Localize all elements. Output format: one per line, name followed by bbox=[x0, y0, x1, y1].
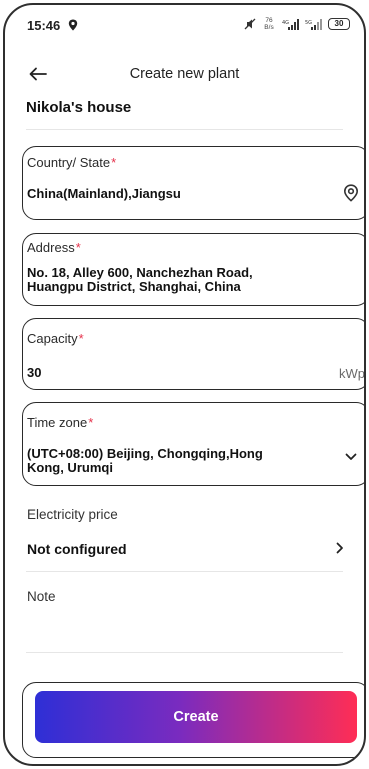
phone-frame: 15:46 76 B/s 4G 5G 30 Create new plant N… bbox=[3, 3, 366, 766]
signal-5g-icon: 5G bbox=[305, 18, 322, 30]
time-zone-line-2: Kong, Urumqi bbox=[27, 460, 113, 475]
page-title: Create new plant bbox=[129, 66, 240, 82]
chevron-right-icon bbox=[336, 542, 343, 554]
address-label: Address* bbox=[27, 240, 81, 255]
capacity-label: Capacity* bbox=[27, 331, 84, 346]
electricity-price-row[interactable]: Electricity price Not configured bbox=[5, 500, 364, 568]
capacity-value: 30 bbox=[27, 365, 42, 380]
battery-icon: 30 bbox=[328, 18, 350, 30]
capacity-unit: kWp bbox=[339, 366, 365, 381]
capacity-field[interactable]: Capacity* 30 kWp bbox=[22, 318, 365, 390]
divider bbox=[26, 652, 343, 653]
location-icon bbox=[68, 19, 78, 31]
status-time: 15:46 bbox=[27, 18, 61, 33]
status-icons: 76 B/s 4G 5G 30 bbox=[244, 17, 350, 31]
chevron-down-icon[interactable] bbox=[345, 453, 357, 461]
network-speed: 76 B/s bbox=[264, 17, 274, 31]
create-button-container: Create bbox=[22, 682, 364, 758]
electricity-price-value: Not configured bbox=[27, 541, 127, 557]
note-input[interactable] bbox=[26, 611, 343, 651]
electricity-price-label: Electricity price bbox=[27, 507, 118, 522]
time-zone-line-1: (UTC+08:00) Beijing, Chongqing,Hong bbox=[27, 446, 263, 461]
svg-text:5G: 5G bbox=[305, 20, 312, 26]
country-state-value: China(Mainland),Jiangsu bbox=[27, 186, 181, 201]
time-zone-field[interactable]: Time zone* (UTC+08:00) Beijing, Chongqin… bbox=[22, 402, 364, 486]
time-zone-label: Time zone* bbox=[27, 415, 94, 430]
country-state-label: Country/ State* bbox=[27, 155, 117, 170]
address-line-1: No. 18, Alley 600, Nanchezhan Road, bbox=[27, 265, 253, 280]
address-field[interactable]: Address* No. 18, Alley 600, Nanchezhan R… bbox=[22, 233, 364, 306]
create-button[interactable]: Create bbox=[35, 691, 357, 743]
signal-4g-icon: 4G bbox=[282, 18, 299, 30]
address-line-2: Huangpu District, Shanghai, China bbox=[27, 279, 241, 294]
mute-icon bbox=[244, 18, 256, 30]
app-header: Create new plant bbox=[5, 59, 364, 89]
status-bar: 15:46 76 B/s 4G 5G 30 bbox=[5, 5, 364, 39]
divider bbox=[26, 571, 343, 572]
divider bbox=[26, 129, 343, 130]
location-pin-icon[interactable] bbox=[343, 184, 359, 202]
note-label: Note bbox=[27, 589, 56, 604]
svg-text:4G: 4G bbox=[282, 20, 289, 26]
country-state-field[interactable]: Country/ State* China(Mainland),Jiangsu bbox=[22, 146, 364, 220]
plant-name[interactable]: Nikola's house bbox=[26, 99, 131, 116]
